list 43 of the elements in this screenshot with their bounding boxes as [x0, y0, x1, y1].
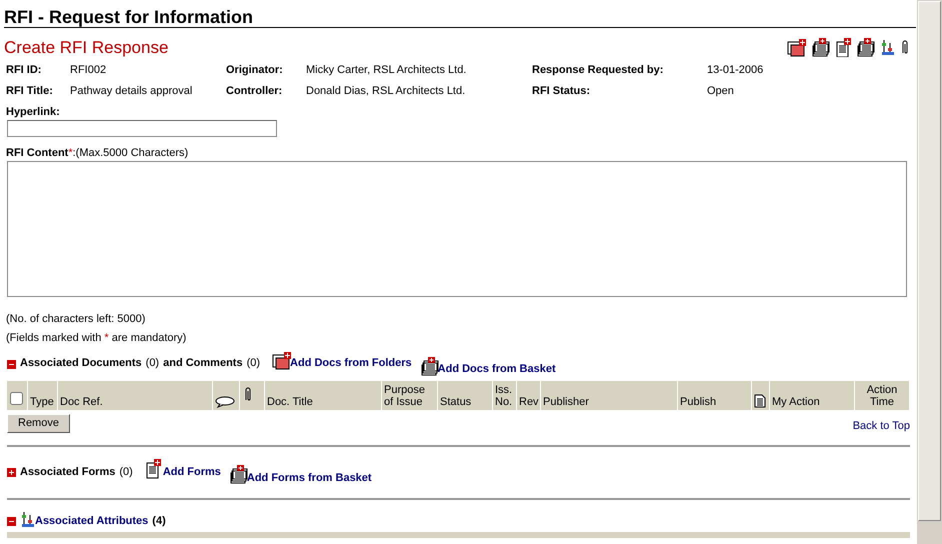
- column-header: Iss. No.: [495, 384, 514, 408]
- add-link[interactable]: Add Docs from Basket: [438, 363, 556, 377]
- field-value: Micky Carter, RSL Architects Ltd.: [306, 64, 468, 78]
- field-value: 13-01-2006: [707, 64, 764, 78]
- field-label: Controller:: [226, 84, 284, 98]
- character-count: (No. of characters left: 5000): [6, 313, 146, 326]
- field-label: Originator:: [226, 64, 284, 78]
- field-label: RFI ID:: [6, 64, 42, 78]
- back-to-top-link[interactable]: Back to Top: [852, 420, 910, 433]
- field-label: Hyperlink:: [6, 106, 61, 119]
- column-header: Doc Ref.: [60, 396, 103, 408]
- column-header: Purpose of Issue: [384, 384, 426, 408]
- field-value: Donald Dias, RSL Architects Ltd.: [306, 84, 466, 98]
- field-value: RFI002: [70, 64, 108, 78]
- page-title: RFI - Request for Information: [4, 0, 916, 28]
- section-title: Associated Documents: [20, 357, 142, 371]
- item-count: (0): [146, 357, 160, 371]
- field-label: Response Requested by:: [532, 64, 664, 78]
- column-header: Status: [440, 396, 472, 408]
- section-link[interactable]: Associated Attributes: [35, 514, 148, 528]
- column-header: Action Time: [866, 384, 898, 408]
- add-link[interactable]: Add Forms from Basket: [246, 472, 372, 485]
- column-header: Type: [30, 396, 54, 408]
- mandatory-note: (Fields marked with * are mandatory): [6, 332, 188, 346]
- field-label: RFI Status:: [532, 84, 592, 98]
- column-header: Publisher: [543, 396, 589, 408]
- column-header: My Action: [772, 396, 820, 408]
- item-count: (4): [152, 514, 166, 528]
- add-link[interactable]: Add Docs from Folders: [290, 357, 412, 371]
- item-count: (0): [119, 466, 133, 479]
- section-title: Associated Forms: [20, 466, 116, 479]
- item-count: (0): [246, 357, 260, 371]
- field-value: Pathway details approval: [70, 84, 194, 98]
- remove-button[interactable]: Remove: [7, 414, 70, 433]
- column-header: Rev: [519, 396, 539, 408]
- field-label: RFI Title:: [6, 84, 54, 98]
- field-label: RFI Content*:(Max.5000 Characters): [6, 146, 190, 160]
- column-header: Doc. Title: [267, 396, 313, 408]
- field-value: Open: [707, 84, 735, 98]
- section-title: and Comments: [163, 357, 243, 371]
- section-title: Create RFI Response: [4, 38, 168, 58]
- add-link[interactable]: Add Forms: [162, 466, 221, 479]
- column-header: Publish: [680, 396, 716, 408]
